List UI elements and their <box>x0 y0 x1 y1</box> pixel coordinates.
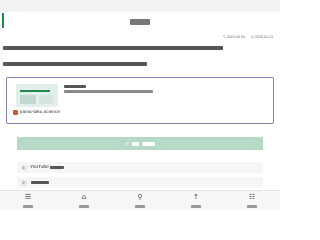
toc-item-label <box>31 180 49 185</box>
toc-item-number: 2. <box>21 179 27 186</box>
search-icon: ⚲ <box>137 193 143 201</box>
nav-search-button[interactable]: ⚲ <box>112 191 168 210</box>
favicon-icon <box>13 110 18 115</box>
published-date: ✎ 2023.06.04 <box>223 35 245 39</box>
arrow-up-icon: ↑ <box>193 193 199 201</box>
pencil-icon: ✎ <box>222 35 226 39</box>
toc-header[interactable]: ☰ <box>17 137 263 150</box>
blog-card-site-text: yama-taku.science <box>20 110 60 115</box>
nav-toc-button[interactable]: ☷ <box>224 191 280 210</box>
published-date-text: 2023.06.04 <box>226 35 245 39</box>
nav-menu-button[interactable]: ☰ <box>0 191 56 210</box>
toc-toggle[interactable] <box>141 141 155 146</box>
paragraph-line <box>3 46 223 50</box>
list-icon: ☰ <box>125 141 129 146</box>
nav-home-button[interactable]: ⌂ <box>56 191 112 210</box>
page-title <box>0 13 280 30</box>
toc-item-number: 1. <box>21 164 27 171</box>
blog-card[interactable]: yama-taku.science <box>6 77 274 124</box>
clock-icon: ◷ <box>250 35 254 39</box>
bottom-nav: ☰ ⌂ ⚲ ↑ ☷ <box>0 190 280 210</box>
nav-top-button[interactable]: ↑ <box>168 191 224 210</box>
top-header-bar <box>0 0 280 12</box>
menu-icon: ☰ <box>24 193 32 201</box>
blog-card-title <box>64 85 86 88</box>
post-dates: ✎ 2023.06.04 ◷ 2023.01.23 <box>223 35 273 39</box>
updated-date-text: 2023.01.23 <box>255 35 273 39</box>
updated-date: ◷ 2023.01.23 <box>251 35 273 39</box>
page-title-text <box>130 18 150 25</box>
paragraph-line <box>3 62 147 66</box>
blog-card-site: yama-taku.science <box>13 110 60 115</box>
toc-item-label-rest <box>49 165 64 170</box>
toc-item-label: YouTube <box>30 165 49 170</box>
toc-title <box>131 141 139 146</box>
home-icon: ⌂ <box>81 193 87 201</box>
blog-card-excerpt <box>64 90 153 93</box>
toc-item[interactable]: 2. <box>17 177 263 188</box>
toc-item[interactable]: 1. YouTube <box>17 162 263 173</box>
toc-icon: ☷ <box>248 193 256 201</box>
blog-card-thumbnail <box>16 84 58 107</box>
